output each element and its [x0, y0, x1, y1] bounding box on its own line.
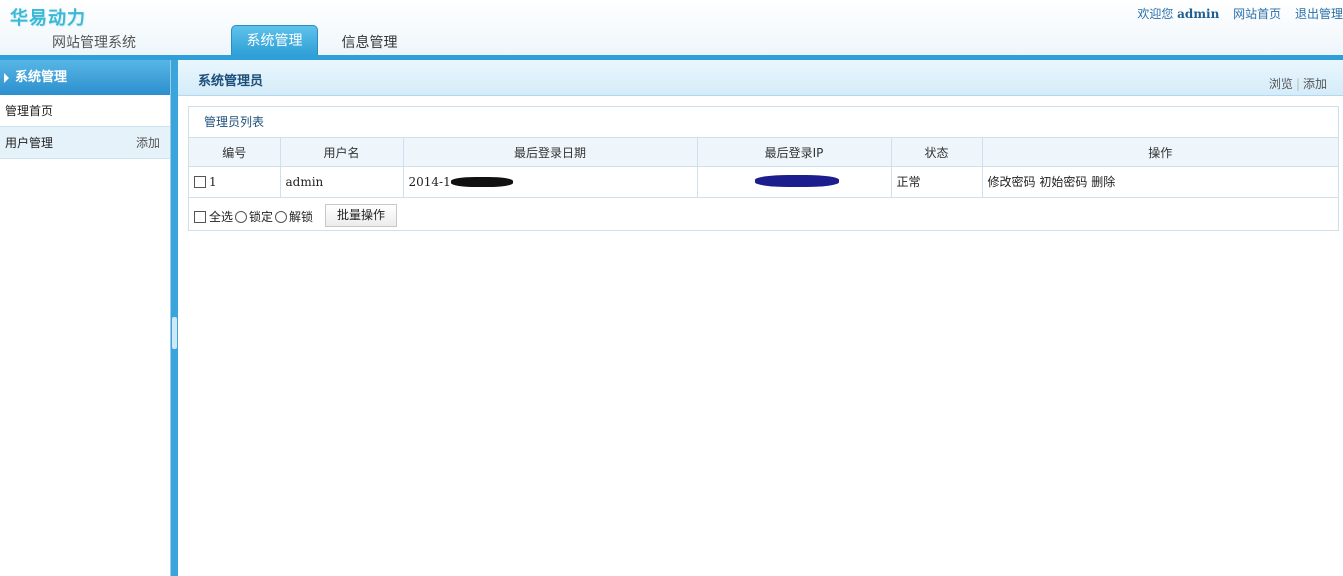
sidebar-heading[interactable]: 系统管理: [0, 60, 170, 95]
cell-last-login-ip: [697, 166, 892, 197]
cell-status: 正常: [891, 166, 983, 197]
redaction-mark: [450, 176, 513, 187]
bulk-actions-row: 全选 锁定 解锁 批量操作: [189, 196, 1338, 231]
row-checkbox[interactable]: [194, 175, 206, 188]
col-header-status: 状态: [891, 137, 983, 167]
logout-link[interactable]: 退出管理: [1295, 7, 1343, 21]
sidebar: 系统管理 管理首页 用户管理 添加: [0, 60, 171, 576]
username: admin: [1177, 7, 1220, 21]
sidebar-splitter[interactable]: [171, 60, 178, 576]
lock-radio[interactable]: [235, 210, 248, 223]
logo: 华易动力: [10, 8, 86, 29]
main-header: 系统管理员 浏览 | 添加: [178, 60, 1343, 96]
sidebar-item-label: 用户管理: [5, 136, 54, 150]
sidebar-add-link[interactable]: 添加: [136, 127, 160, 159]
redaction-mark: [754, 174, 839, 187]
page-title: 系统管理员: [198, 74, 264, 89]
system-subtitle: 网站管理系统: [52, 35, 136, 51]
add-link[interactable]: 添加: [1303, 77, 1327, 91]
tab-system-management[interactable]: 系统管理: [231, 25, 318, 56]
admin-table: 编号 用户名 最后登录日期 最后登录IP 状态 操作 1 admin 2014-…: [189, 137, 1338, 197]
unlock-label: 解锁: [289, 209, 314, 224]
collapse-handle[interactable]: [172, 317, 177, 349]
col-header-last-login-ip: 最后登录IP: [697, 137, 892, 167]
change-password-link[interactable]: 修改密码: [988, 175, 1036, 189]
caret-right-icon: [4, 73, 9, 83]
cell-username: admin: [280, 166, 404, 197]
cell-actions: 修改密码 初始密码 删除: [982, 166, 1338, 197]
col-header-actions: 操作: [982, 137, 1338, 167]
top-links: 欢迎您 admin 网站首页 退出管理: [1127, 5, 1343, 22]
select-all-label: 全选: [209, 209, 234, 224]
header: 华易动力 网站管理系统 欢迎您 admin 网站首页 退出管理 系统管理 信息管…: [0, 0, 1343, 56]
panel-title: 管理员列表: [204, 115, 265, 129]
select-all-checkbox[interactable]: [194, 210, 206, 223]
unlock-radio[interactable]: [275, 210, 288, 223]
batch-operation-button[interactable]: 批量操作: [325, 203, 397, 227]
sidebar-item-admin-home[interactable]: 管理首页: [0, 95, 170, 127]
home-link[interactable]: 网站首页: [1233, 7, 1281, 21]
col-header-last-login-date: 最后登录日期: [403, 137, 698, 167]
cell-last-login-date: 2014-1: [403, 166, 698, 197]
admin-list-panel: 管理员列表 编号 用户名 最后登录日期 最后登录IP 状态 操作 1 admin…: [188, 106, 1339, 231]
reset-password-link[interactable]: 初始密码: [1039, 175, 1087, 189]
main-content: 系统管理员 浏览 | 添加 管理员列表 编号 用户名 最后登录日期 最后登录IP 状…: [178, 60, 1343, 576]
lock-label: 锁定: [249, 209, 274, 224]
table-row: 1 admin 2014-1 正常 修改密码 初始密码 删除: [189, 166, 1338, 197]
table-header-row: 编号 用户名 最后登录日期 最后登录IP 状态 操作: [189, 137, 1338, 167]
main-links: 浏览 | 添加: [1268, 77, 1327, 91]
welcome-text: 欢迎您 admin: [1137, 7, 1220, 21]
col-header-username: 用户名: [280, 137, 404, 167]
delete-link[interactable]: 删除: [1091, 175, 1115, 189]
browse-link[interactable]: 浏览: [1269, 77, 1293, 91]
sidebar-item-user-management[interactable]: 用户管理 添加: [0, 127, 170, 159]
col-header-id: 编号: [189, 137, 281, 167]
sidebar-item-label: 管理首页: [5, 104, 54, 118]
cell-id: 1: [189, 166, 281, 197]
